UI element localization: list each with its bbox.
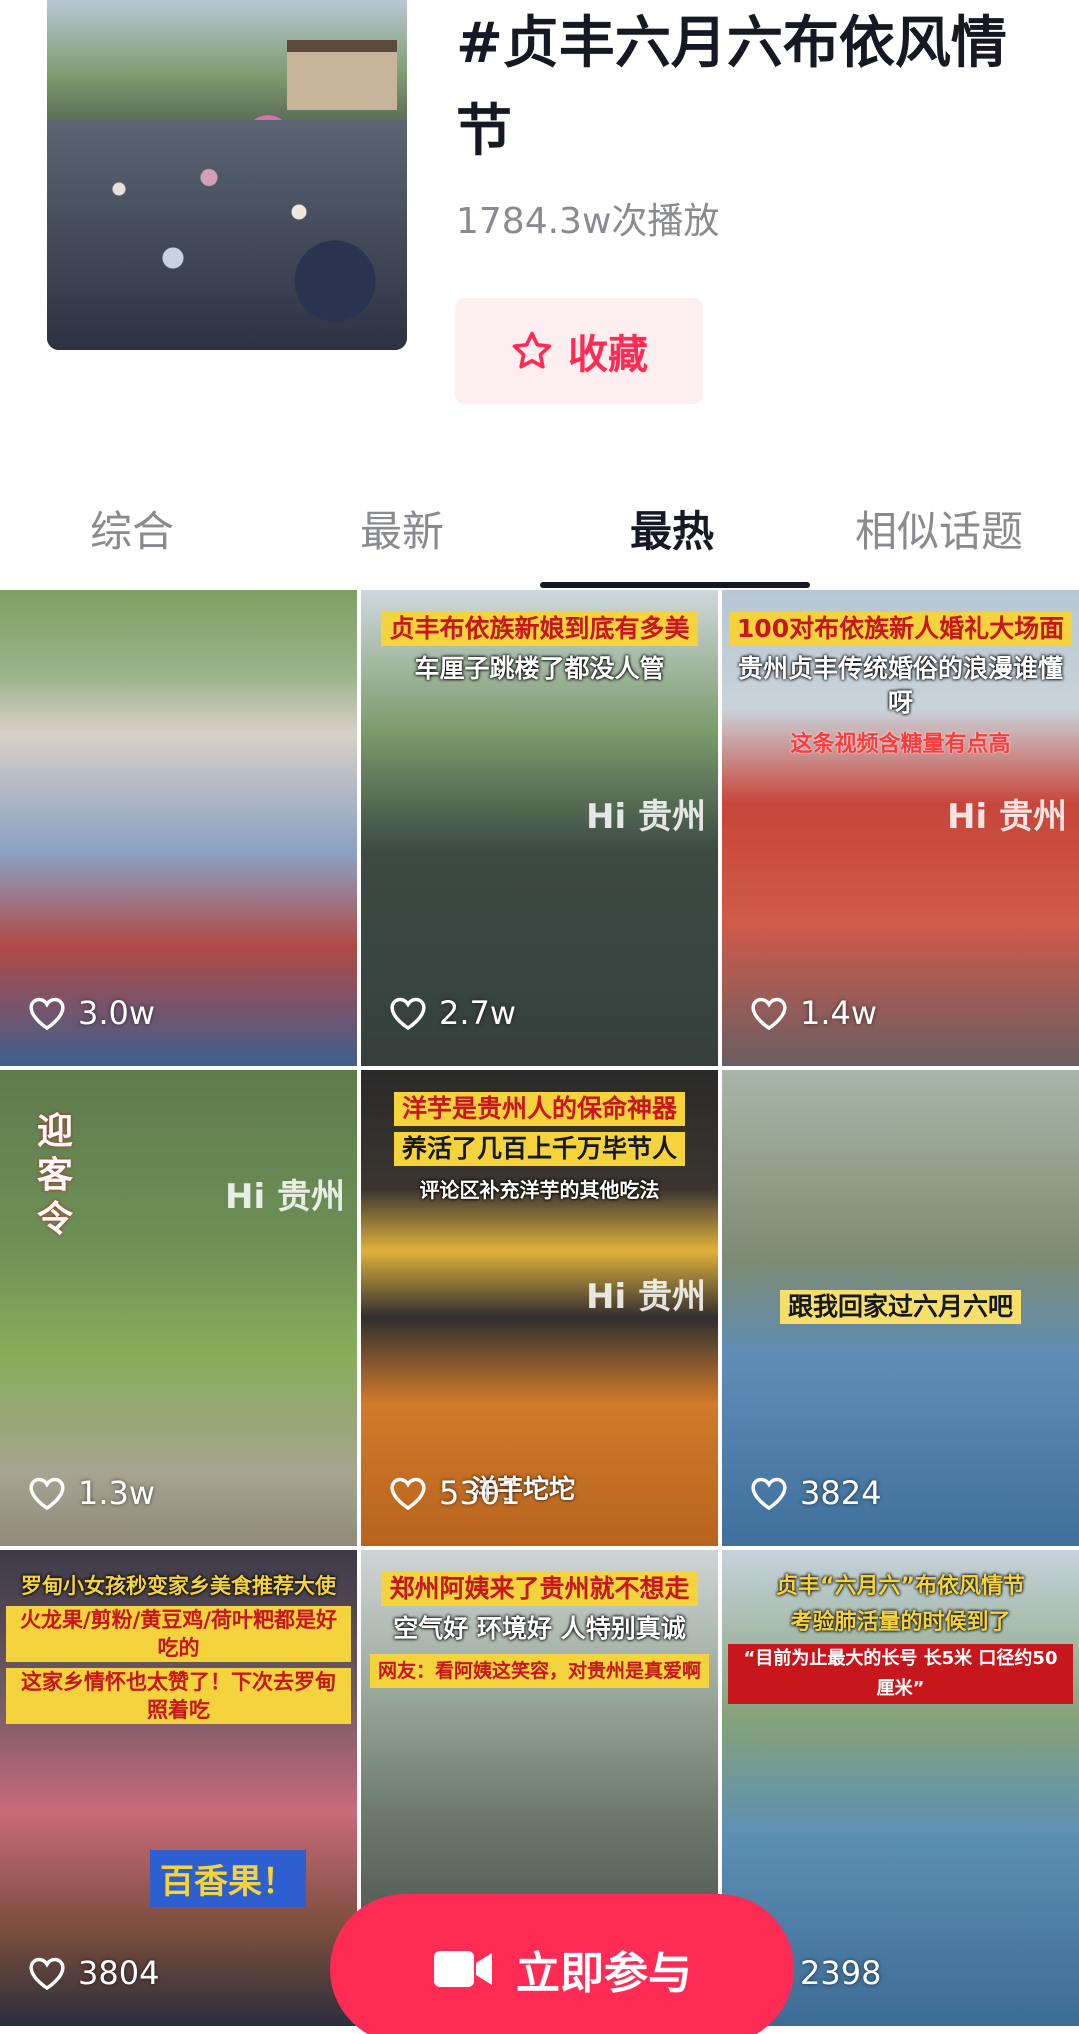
video-caption: 迎客令 — [36, 1111, 73, 1240]
video-card[interactable]: 洋芋是贵州人的保命神器 养活了几百上千万毕节人 评论区补充洋芋的其他吃法 Hi … — [361, 1070, 718, 1546]
like-count: 2.7w — [389, 994, 516, 1032]
like-count: 3.0w — [28, 994, 155, 1032]
play-count: 1784.3w次播放 — [456, 201, 720, 242]
video-card[interactable]: 跟我回家过六月六吧 3824 — [722, 1070, 1079, 1546]
tab-bar: 综合 最新 最热 相似话题 — [0, 470, 1079, 590]
like-count-value: 5301 — [439, 1474, 521, 1512]
join-now-button[interactable]: 立即参与 — [330, 1894, 794, 2034]
caption-line: 考验肺活量的时候到了 — [790, 1610, 1011, 1635]
like-count-value: 2.7w — [439, 994, 517, 1032]
like-count: 5301 — [389, 1474, 520, 1512]
heart-icon — [390, 997, 426, 1031]
topic-title: #贞丰六月六布依风情节 — [456, 11, 1007, 164]
like-count: 1.3w — [28, 1474, 155, 1512]
like-count-value: 3.0w — [78, 994, 156, 1032]
video-card[interactable]: 罗甸小女孩秒变家乡美食推荐大使 火龙果/剪粉/黄豆鸡/荷叶粑都是好吃的 这家乡情… — [0, 1550, 357, 2026]
video-caption: 罗甸小女孩秒变家乡美食推荐大使 火龙果/剪粉/黄豆鸡/荷叶粑都是好吃的 这家乡情… — [6, 1572, 351, 1730]
video-card[interactable]: 贞丰布依族新娘到底有多美 车厘子跳楼了都没人管 Hi 贵州 2.7w — [361, 590, 718, 1066]
cover-house-shape — [287, 40, 397, 110]
heart-icon — [390, 1477, 426, 1511]
video-card[interactable]: 3.0w — [0, 590, 357, 1066]
caption-line: 空气好 环境好 人特别真诚 — [393, 1614, 686, 1643]
watermark-logo: Hi 贵州 — [225, 1177, 345, 1217]
caption-line: 贵州贞丰传统婚俗的浪漫谁懂呀 — [737, 654, 1063, 717]
video-caption: 洋芋是贵州人的保命神器 养活了几百上千万毕节人 评论区补充洋芋的其他吃法 — [367, 1092, 712, 1213]
star-icon — [512, 331, 552, 369]
like-count-value: 3804 — [78, 1954, 160, 1992]
tab-similar-topics[interactable]: 相似话题 — [855, 498, 1023, 559]
like-count-value: 1.3w — [78, 1474, 156, 1512]
heart-icon — [29, 1957, 65, 1991]
watermark-logo: Hi 贵州 — [586, 797, 706, 837]
heart-icon — [29, 1477, 65, 1511]
tab-comprehensive[interactable]: 综合 — [90, 498, 174, 559]
topic-cover-image[interactable] — [47, 0, 407, 350]
caption-line: 火龙果/剪粉/黄豆鸡/荷叶粑都是好吃的 — [6, 1606, 351, 1662]
video-camera-icon — [434, 1951, 492, 1987]
caption-line: 罗甸小女孩秒变家乡美食推荐大使 — [21, 1574, 336, 1598]
like-count-value: 3824 — [800, 1474, 882, 1512]
heart-icon — [751, 997, 787, 1031]
heart-icon — [29, 997, 65, 1031]
heart-icon — [751, 1477, 787, 1511]
video-caption: 跟我回家过六月六吧 — [728, 1290, 1073, 1330]
caption-line: 贞丰“六月六”布依风情节 — [776, 1574, 1025, 1599]
caption-line: 郑州阿姨来了贵州就不想走 — [381, 1572, 698, 1606]
cover-crowd-shape — [47, 120, 407, 350]
video-card[interactable]: 迎客令 Hi 贵州 1.3w — [0, 1070, 357, 1546]
watermark-logo: Hi 贵州 — [947, 797, 1067, 837]
caption-line: 100对布依族新人婚礼大场面 — [728, 612, 1073, 646]
join-now-label: 立即参与 — [516, 1948, 692, 1999]
caption-line: 跟我回家过六月六吧 — [779, 1290, 1021, 1324]
caption-line: “目前为止最大的长号 长5米 口径约50厘米” — [728, 1644, 1073, 1704]
caption-line: 这家乡情怀也太赞了！下次去罗甸照着吃 — [6, 1668, 351, 1724]
caption-line: 评论区补充洋芋的其他吃法 — [419, 1178, 660, 1202]
video-caption: 贞丰布依族新娘到底有多美 车厘子跳楼了都没人管 — [367, 612, 712, 692]
topic-header: #贞丰六月六布依风情节 1784.3w次播放 收藏 — [0, 0, 1079, 440]
tab-hottest[interactable]: 最热 — [630, 498, 714, 559]
caption-line: 这条视频含糖量有点高 — [790, 732, 1011, 757]
like-count: 3824 — [750, 1474, 881, 1512]
caption-line: 洋芋是贵州人的保命神器 — [393, 1092, 685, 1126]
active-tab-indicator — [540, 582, 810, 588]
favorite-label: 收藏 — [568, 332, 648, 378]
tab-latest[interactable]: 最新 — [360, 498, 444, 559]
caption-line: 网友：看阿姨这笑容，对贵州是真爱啊 — [369, 1654, 709, 1688]
caption-line: 养活了几百上千万毕节人 — [393, 1132, 685, 1166]
caption-line: 贞丰布依族新娘到底有多美 — [381, 612, 698, 646]
caption-line: 车厘子跳楼了都没人管 — [414, 654, 665, 683]
video-caption: 郑州阿姨来了贵州就不想走 空气好 环境好 人特别真诚 网友：看阿姨这笑容，对贵州… — [367, 1572, 712, 1694]
like-count-value: 2398 — [800, 1954, 882, 1992]
video-caption: 贞丰“六月六”布依风情节 考验肺活量的时候到了 “目前为止最大的长号 长5米 口… — [728, 1572, 1073, 1710]
like-count: 1.4w — [750, 994, 877, 1032]
like-count-value: 1.4w — [800, 994, 878, 1032]
like-count: 3804 — [28, 1954, 159, 1992]
video-overlay-text: 百香果！ — [150, 1850, 306, 1907]
favorite-button[interactable]: 收藏 — [455, 298, 703, 404]
watermark-logo: Hi 贵州 — [586, 1277, 706, 1317]
video-grid: 3.0w 贞丰布依族新娘到底有多美 车厘子跳楼了都没人管 Hi 贵州 2.7w … — [0, 590, 1079, 2034]
video-card[interactable]: 100对布依族新人婚礼大场面 贵州贞丰传统婚俗的浪漫谁懂呀 这条视频含糖量有点高… — [722, 590, 1079, 1066]
video-caption: 100对布依族新人婚礼大场面 贵州贞丰传统婚俗的浪漫谁懂呀 这条视频含糖量有点高 — [728, 612, 1073, 768]
